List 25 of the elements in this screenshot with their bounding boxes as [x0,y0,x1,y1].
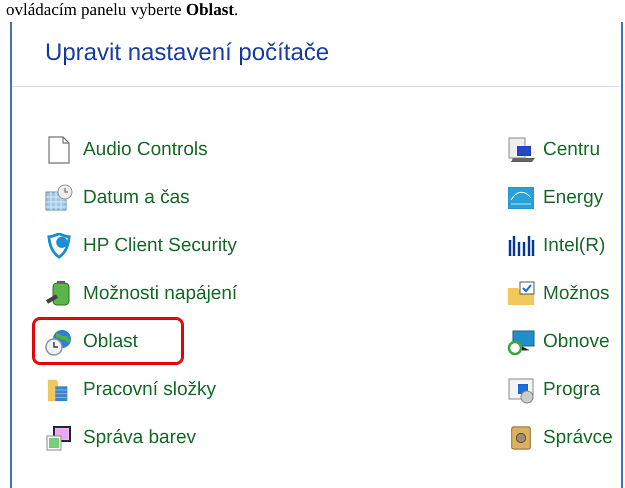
calendar-clock-icon [45,184,73,212]
instruction-text: ovládacím panelu vyberte Oblast. [6,0,238,20]
control-panel-link[interactable]: Správa barev [83,424,196,452]
folder-check-icon [507,280,535,308]
control-panel-link[interactable]: Možnosti napájení [83,280,238,308]
shield-icon [45,233,73,259]
energy-label-icon [507,184,535,212]
color-monitor-icon [45,424,73,452]
control-panel-link[interactable]: Oblast [83,328,138,356]
window-disc-icon [507,376,535,404]
laptop-icon [507,136,535,164]
globe-clock-icon [45,328,73,356]
panel-title: Upravit nastavení počítače [45,38,330,68]
monitor-restore-icon [507,328,535,356]
control-panel-link[interactable]: Intel(R) [543,232,606,260]
control-panel-link[interactable]: Správce [543,424,613,452]
control-panel-link[interactable]: Datum a čas [83,184,190,212]
control-panel-link[interactable]: Progra [543,376,600,404]
control-panel-link[interactable]: Obnove [543,328,610,356]
control-panel-link[interactable]: Pracovní složky [83,376,216,404]
control-panel-link[interactable]: Audio Controls [83,136,208,164]
control-panel-link[interactable]: Možnos [543,280,610,308]
control-panel-link[interactable]: Centru [543,136,600,164]
control-panel-link[interactable]: HP Client Security [83,232,237,260]
control-panel-link[interactable]: Energy [543,184,604,212]
